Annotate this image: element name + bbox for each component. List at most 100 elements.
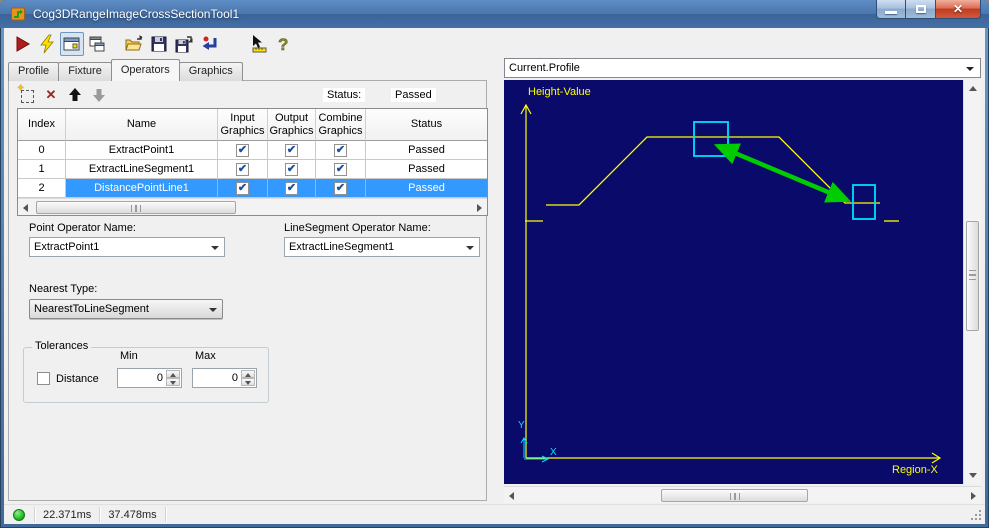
cell-combine-graphics[interactable]: ✔ xyxy=(316,141,366,160)
distance-arrow[interactable] xyxy=(713,143,852,203)
operator-list-toolbar: ✦ ✕ xyxy=(15,83,111,105)
scrollbar-thumb[interactable] xyxy=(966,221,979,331)
execution-time: 22.371ms xyxy=(43,508,92,521)
tab-profile[interactable]: Profile xyxy=(8,62,60,81)
save-button[interactable] xyxy=(147,32,171,56)
min-value: 0 xyxy=(156,372,163,384)
resize-grip-icon[interactable] xyxy=(970,509,982,521)
spin-up-icon[interactable] xyxy=(241,370,255,378)
move-up-button[interactable] xyxy=(63,85,87,105)
min-label: Min xyxy=(120,350,138,362)
open-file-button[interactable] xyxy=(122,32,146,56)
table-horizontal-scrollbar[interactable] xyxy=(18,198,487,215)
spin-down-icon[interactable] xyxy=(166,378,180,386)
status-value: Passed xyxy=(391,88,436,102)
display-selector-combobox[interactable]: Current.Profile xyxy=(504,58,981,78)
delete-icon: ✕ xyxy=(45,87,57,102)
header-combine-graphics[interactable]: Combine Graphics xyxy=(316,109,366,141)
cell-input-graphics[interactable]: ✔ xyxy=(218,179,268,198)
cell-index: 0 xyxy=(18,141,66,160)
point-operator-combobox[interactable]: ExtractPoint1 xyxy=(29,237,225,257)
cell-input-graphics[interactable]: ✔ xyxy=(218,141,268,160)
linesegment-operator-combobox[interactable]: ExtractLineSegment1 xyxy=(284,237,480,257)
distance-checkbox[interactable] xyxy=(37,372,50,385)
checkbox-checked-icon: ✔ xyxy=(285,143,298,157)
scroll-left-icon[interactable] xyxy=(509,492,514,500)
table-row[interactable]: 1 ExtractLineSegment1 ✔ ✔ ✔ Passed xyxy=(18,160,487,179)
point-operator-value: ExtractPoint1 xyxy=(34,241,100,253)
cell-combine-graphics[interactable]: ✔ xyxy=(316,160,366,179)
nearest-type-combobox[interactable]: NearestToLineSegment xyxy=(29,299,223,319)
max-spinner[interactable]: 0 xyxy=(192,368,257,388)
header-input-graphics[interactable]: Input Graphics xyxy=(218,109,268,141)
tool-window: Cog3DRangeImageCrossSectionTool1 ✕ ? Pro… xyxy=(0,0,989,528)
run-button[interactable] xyxy=(10,32,34,56)
table-row-selected[interactable]: 2 DistancePointLine1 ✔ ✔ ✔ Passed xyxy=(18,179,487,198)
min-spinner[interactable]: 0 xyxy=(117,368,182,388)
display-vertical-scrollbar[interactable] xyxy=(963,80,981,484)
mini-y-label: Y xyxy=(518,420,525,431)
profile-display[interactable]: Height-Value Region-X Y X xyxy=(504,80,963,484)
y-axis-label: Height-Value xyxy=(528,86,591,98)
add-operator-button[interactable]: ✦ xyxy=(15,83,39,105)
table-row[interactable]: 0 ExtractPoint1 ✔ ✔ ✔ Passed xyxy=(18,141,487,160)
scroll-right-icon[interactable] xyxy=(477,204,482,212)
close-icon: ✕ xyxy=(952,2,964,16)
x-axis-label: Region-X xyxy=(892,464,939,476)
cell-output-graphics[interactable]: ✔ xyxy=(268,141,316,160)
point-marker-box[interactable] xyxy=(693,121,729,157)
cell-output-graphics[interactable]: ✔ xyxy=(268,179,316,198)
open-file-icon xyxy=(125,35,143,51)
operators-tab-page: ✦ ✕ Status: Passed Index Name Input Grap… xyxy=(8,80,488,501)
cell-name: ExtractLineSegment1 xyxy=(66,160,218,179)
help-button[interactable]: ? xyxy=(271,32,295,56)
electric-run-icon xyxy=(40,34,54,54)
tab-fixture[interactable]: Fixture xyxy=(58,62,112,81)
chevron-down-icon xyxy=(466,246,474,250)
title-bar[interactable]: Cog3DRangeImageCrossSectionTool1 ✕ xyxy=(0,0,989,28)
spin-up-icon[interactable] xyxy=(166,370,180,378)
arrow-up-icon xyxy=(69,88,81,101)
minimize-button[interactable] xyxy=(876,0,906,19)
save-as-icon xyxy=(175,36,193,53)
save-as-button[interactable] xyxy=(172,32,196,56)
scroll-up-icon[interactable] xyxy=(969,86,977,91)
show-tool-display-button[interactable] xyxy=(60,32,84,56)
scrollbar-thumb[interactable] xyxy=(661,489,808,502)
scrollbar-thumb[interactable] xyxy=(36,201,236,214)
scroll-down-icon[interactable] xyxy=(969,473,977,478)
tab-operators[interactable]: Operators xyxy=(110,59,180,81)
scroll-right-icon[interactable] xyxy=(971,492,976,500)
pointer-measure-button[interactable] xyxy=(246,32,270,56)
move-down-button[interactable] xyxy=(87,85,111,105)
delete-operator-button[interactable]: ✕ xyxy=(39,85,63,105)
tab-graphics[interactable]: Graphics xyxy=(178,62,243,81)
cell-input-graphics[interactable]: ✔ xyxy=(218,160,268,179)
close-button[interactable]: ✕ xyxy=(935,0,981,19)
header-output-graphics[interactable]: Output Graphics xyxy=(268,109,316,141)
status-label: Status: xyxy=(323,88,366,102)
spin-down-icon[interactable] xyxy=(241,378,255,386)
maximize-button[interactable] xyxy=(906,0,935,19)
checkbox-checked-icon: ✔ xyxy=(285,181,298,195)
reset-icon xyxy=(202,36,217,50)
mini-x-label: X xyxy=(550,447,557,458)
cell-combine-graphics[interactable]: ✔ xyxy=(316,179,366,198)
max-value: 0 xyxy=(231,372,238,384)
header-index[interactable]: Index xyxy=(18,109,66,141)
header-name[interactable]: Name xyxy=(66,109,218,141)
checkbox-checked-icon: ✔ xyxy=(236,162,249,176)
run-icon xyxy=(16,36,30,52)
display-horizontal-scrollbar[interactable] xyxy=(504,486,981,503)
header-status[interactable]: Status xyxy=(366,109,487,141)
reset-button[interactable] xyxy=(197,32,221,56)
checkbox-checked-icon: ✔ xyxy=(285,162,298,176)
new-operator-icon: ✦ xyxy=(17,83,34,103)
float-window-button[interactable] xyxy=(85,32,109,56)
cell-output-graphics[interactable]: ✔ xyxy=(268,160,316,179)
operators-table: Index Name Input Graphics Output Graphic… xyxy=(17,108,488,216)
electric-run-button[interactable] xyxy=(35,32,59,56)
max-label: Max xyxy=(195,350,216,362)
nearest-point-marker-box[interactable] xyxy=(852,184,876,220)
scroll-left-icon[interactable] xyxy=(23,204,28,212)
